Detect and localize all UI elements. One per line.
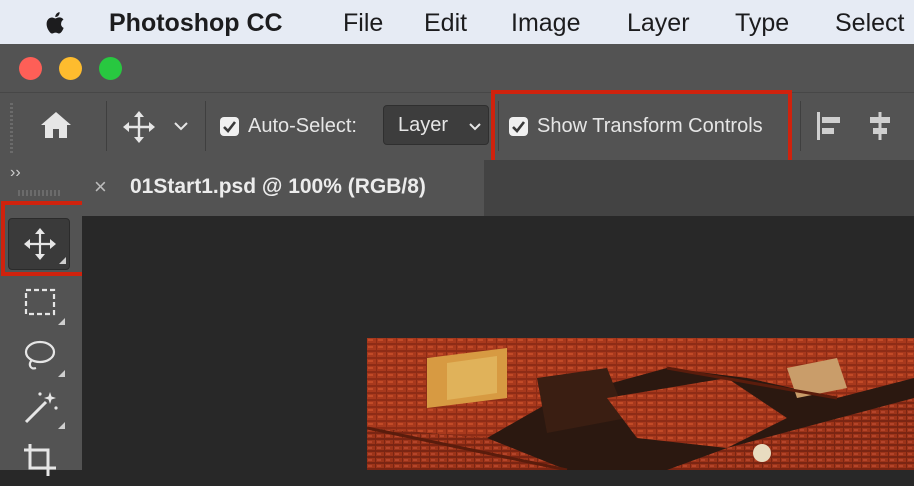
align-left-edges-icon[interactable]	[815, 111, 843, 141]
auto-select-label: Auto-Select:	[248, 115, 357, 137]
title-bar	[0, 44, 914, 92]
window-zoom-button[interactable]	[99, 57, 122, 80]
auto-select-checkbox[interactable]	[220, 117, 239, 136]
corner-triangle-icon	[58, 318, 65, 325]
separator	[106, 101, 107, 151]
options-bar-grip[interactable]	[10, 103, 13, 153]
rooftops-photo	[367, 338, 914, 470]
canvas-area[interactable]	[82, 216, 914, 470]
apple-icon[interactable]	[42, 9, 70, 37]
lasso-tool-button[interactable]	[8, 330, 70, 382]
highlight-move-tool	[1, 201, 91, 276]
chevron-down-icon	[469, 123, 481, 131]
chevron-down-icon[interactable]	[173, 121, 189, 131]
marquee-icon	[24, 288, 56, 316]
menu-edit[interactable]: Edit	[424, 9, 467, 38]
collapse-panel-icon[interactable]: ››	[10, 164, 21, 182]
document-tab[interactable]: × 01Start1.psd @ 100% (RGB/8)	[82, 160, 484, 216]
tools-panel-grip[interactable]	[18, 190, 60, 196]
window-minimize-button[interactable]	[59, 57, 82, 80]
document-tab-bar: × 01Start1.psd @ 100% (RGB/8)	[82, 160, 914, 216]
menu-select[interactable]: Select	[835, 9, 904, 38]
menu-bar: Photoshop CC File Edit Image Layer Type …	[0, 0, 914, 44]
app-name-menu[interactable]: Photoshop CC	[109, 9, 283, 38]
close-tab-icon[interactable]: ×	[94, 174, 107, 200]
separator	[205, 101, 206, 151]
window-close-button[interactable]	[19, 57, 42, 80]
highlight-show-transform-controls	[491, 90, 792, 168]
menu-type[interactable]: Type	[735, 9, 789, 38]
magic-wand-tool-button[interactable]	[8, 382, 70, 434]
lasso-icon	[24, 340, 56, 370]
tools-panel-header: ››	[0, 160, 80, 202]
corner-triangle-icon	[58, 422, 65, 429]
checkmark-icon	[223, 121, 237, 133]
photoshop-window: Auto-Select: Layer Show Transform Contro…	[0, 44, 914, 476]
home-icon[interactable]	[40, 111, 72, 139]
magic-wand-icon	[24, 392, 58, 424]
align-horizontal-centers-icon[interactable]	[866, 111, 894, 141]
separator	[800, 101, 801, 151]
menu-layer[interactable]: Layer	[627, 9, 690, 38]
crop-icon	[24, 444, 56, 476]
move-tool-preset-icon[interactable]	[122, 110, 156, 144]
menu-image[interactable]: Image	[511, 9, 580, 38]
auto-select-target-value: Layer	[398, 114, 449, 136]
document-image-rooftops[interactable]	[367, 338, 914, 470]
document-tab-title: 01Start1.psd @ 100% (RGB/8)	[130, 175, 426, 198]
menu-file[interactable]: File	[343, 9, 383, 38]
auto-select-target-dropdown[interactable]: Layer	[383, 105, 489, 145]
corner-triangle-icon	[58, 370, 65, 377]
rectangular-marquee-tool-button[interactable]	[8, 278, 70, 330]
crop-tool-button[interactable]	[8, 434, 70, 486]
